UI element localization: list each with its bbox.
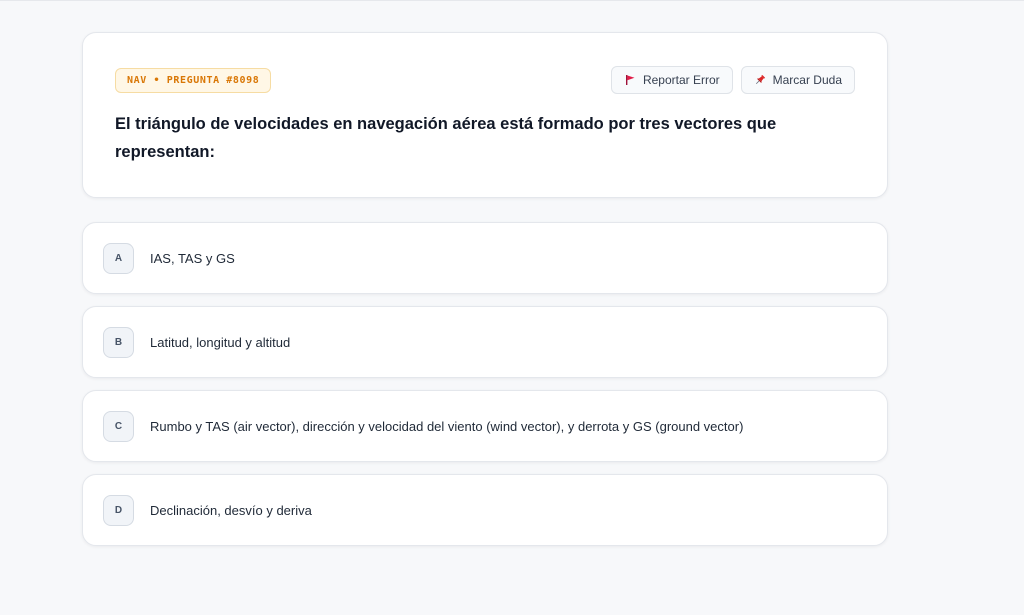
option-text: Declinación, desvío y deriva (150, 502, 312, 518)
question-text: El triángulo de velocidades en navegació… (115, 115, 777, 161)
report-error-label: Reportar Error (642, 73, 720, 87)
option-text: Latitud, longitud y altitud (150, 334, 291, 350)
option-c[interactable]: C Rumbo y TAS (air vector), dirección y … (82, 390, 888, 462)
option-b[interactable]: B Latitud, longitud y altitud (82, 306, 888, 378)
option-text: Rumbo y TAS (air vector), dirección y ve… (150, 418, 744, 434)
question-header: NAV • PREGUNTA #8098 Reportar Error Marc… (115, 66, 855, 94)
option-letter: D (103, 494, 134, 526)
pin-icon (754, 74, 766, 86)
top-divider (0, 0, 1024, 1)
mark-doubt-label: Marcar Duda (772, 73, 842, 87)
option-letter: B (103, 326, 134, 358)
option-d[interactable]: D Declinación, desvío y deriva (82, 474, 888, 546)
report-error-button[interactable]: Reportar Error (610, 66, 733, 94)
question-actions: Reportar Error Marcar Duda (610, 66, 855, 94)
question-tag: NAV • PREGUNTA #8098 (115, 67, 272, 93)
option-text: IAS, TAS y GS (150, 250, 235, 266)
option-letter: A (103, 242, 134, 274)
question-card: NAV • PREGUNTA #8098 Reportar Error Marc… (82, 32, 888, 198)
mark-doubt-button[interactable]: Marcar Duda (740, 66, 855, 94)
quiz-container: NAV • PREGUNTA #8098 Reportar Error Marc… (82, 32, 888, 546)
option-letter: C (103, 410, 134, 442)
option-a[interactable]: A IAS, TAS y GS (82, 222, 888, 294)
flag-icon (624, 74, 636, 86)
